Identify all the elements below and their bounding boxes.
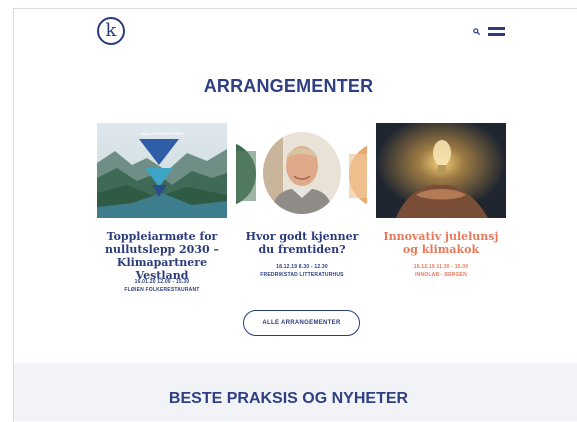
news-section-title: BESTE PRAKSIS OG NYHETER bbox=[168, 390, 409, 407]
event-title-klimapartnere[interactable]: Toppleiarmøte for nullutslepp 2030 – Kli… bbox=[97, 230, 227, 282]
image-caption: NULLUTSLEPP 2030 bbox=[140, 131, 184, 136]
logo[interactable]: k bbox=[97, 17, 125, 45]
event-date: 16.12.19 11.30 - 15.00 bbox=[413, 264, 469, 270]
event-title-fremtiden[interactable]: Hvor godt kjenner du fremtiden? bbox=[238, 230, 366, 256]
event-venue: FREDRIKSTAD LITTERATURHUS bbox=[260, 272, 344, 278]
event-venue: FLØIEN FOLKERESTAURANT bbox=[124, 287, 200, 293]
event-title-julelunsj[interactable]: Innovativ julelunsj og klimakok bbox=[376, 230, 506, 256]
all-events-button[interactable]: ALLE ARRANGEMENTER bbox=[243, 310, 360, 336]
carousel-peek-left[interactable] bbox=[236, 141, 256, 207]
menu-icon[interactable] bbox=[488, 27, 505, 38]
event-image-fremtiden[interactable] bbox=[263, 132, 341, 214]
event-date: 18.12.19 8.30 - 12.30 bbox=[276, 264, 328, 270]
event-image-julelunsj[interactable] bbox=[376, 123, 506, 218]
event-image-klimapartnere[interactable]: NULLUTSLEPP 2030 bbox=[97, 123, 227, 218]
event-date: 16.01.20 12.00 - 15.30 bbox=[134, 279, 190, 285]
carousel-peek-right[interactable] bbox=[349, 142, 367, 208]
section-title: ARRANGEMENTER bbox=[203, 76, 374, 96]
event-venue: INNOLAB - BERGEN bbox=[415, 272, 467, 278]
search-icon[interactable] bbox=[473, 28, 480, 35]
